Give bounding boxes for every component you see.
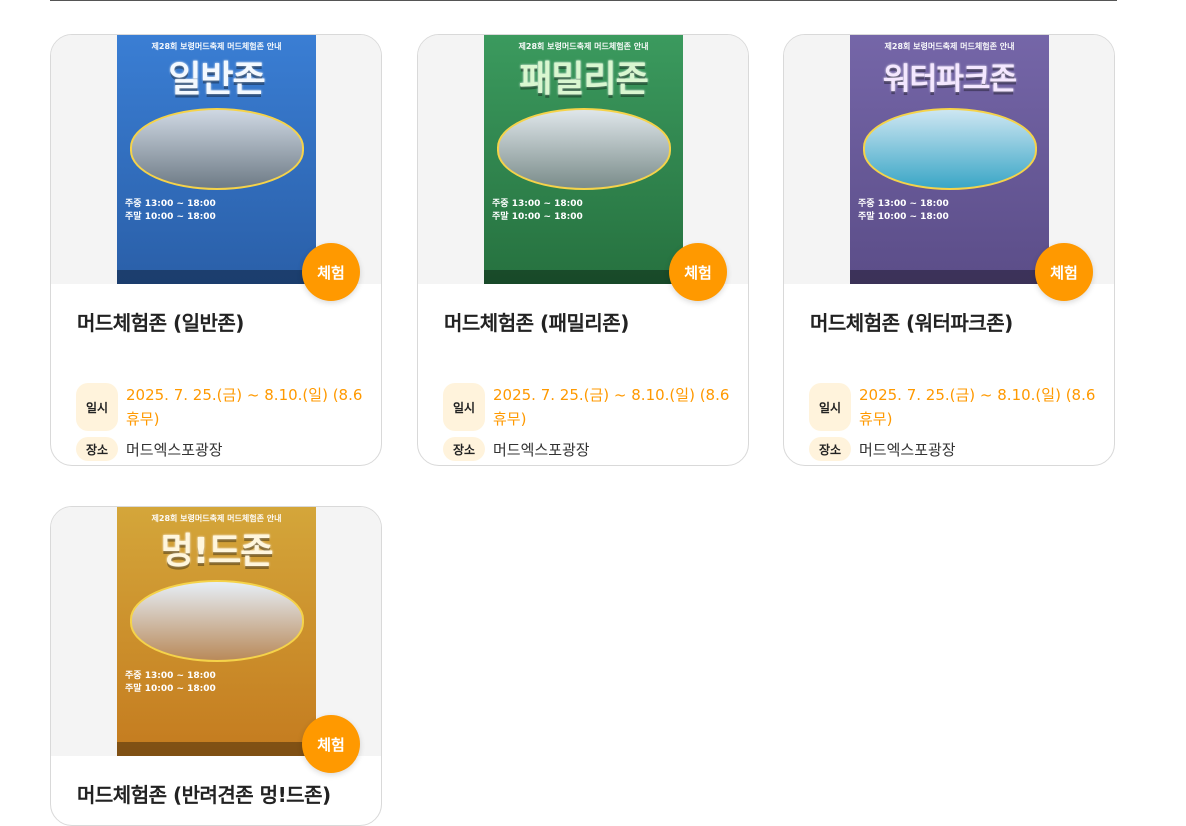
poster-heading: 제28회 보령머드축제 머드체험존 안내 bbox=[151, 514, 282, 523]
poster-image: 제28회 보령머드축제 머드체험존 안내 일반존 주중 13:00 ~ 18:0… bbox=[117, 35, 316, 284]
place-label: 장소 bbox=[443, 437, 485, 461]
place-value: 머드엑스포광장 bbox=[859, 440, 956, 459]
poster-footer bbox=[117, 742, 316, 756]
poster-heading: 제28회 보령머드축제 머드체험존 안내 bbox=[151, 42, 282, 51]
place-value: 머드엑스포광장 bbox=[493, 440, 590, 459]
event-card-pet-zone[interactable]: 제28회 보령머드축제 머드체험존 안내 멍!드존 주중 13:00 ~ 18:… bbox=[50, 506, 382, 826]
card-title[interactable]: 머드체험존 (일반존) bbox=[77, 307, 244, 336]
event-card-waterpark-zone[interactable]: 제28회 보령머드축제 머드체험존 안내 워터파크존 주중 13:00 ~ 18… bbox=[783, 34, 1115, 466]
poster-footer bbox=[850, 270, 1049, 284]
poster-image: 제28회 보령머드축제 머드체험존 안내 멍!드존 주중 13:00 ~ 18:… bbox=[117, 507, 316, 756]
poster-heading: 제28회 보령머드축제 머드체험존 안내 bbox=[884, 42, 1015, 51]
date-label: 일시 bbox=[76, 383, 118, 431]
card-thumbnail: 제28회 보령머드축제 머드체험존 안내 멍!드존 주중 13:00 ~ 18:… bbox=[51, 507, 381, 773]
poster-photo bbox=[129, 580, 304, 662]
poster-weekday-hours: 주중 13:00 ~ 18:00 bbox=[492, 199, 583, 209]
poster-image: 제28회 보령머드축제 머드체험존 안내 워터파크존 주중 13:00 ~ 18… bbox=[850, 35, 1049, 284]
card-title[interactable]: 머드체험존 (반려견존 멍!드존) bbox=[77, 779, 331, 808]
place-row: 장소 머드엑스포광장 bbox=[443, 437, 590, 461]
card-title[interactable]: 머드체험존 (패밀리존) bbox=[444, 307, 629, 336]
place-label: 장소 bbox=[809, 437, 851, 461]
poster-photo bbox=[862, 108, 1037, 190]
place-row: 장소 머드엑스포광장 bbox=[76, 437, 223, 461]
poster-photo bbox=[496, 108, 671, 190]
poster-weekend-hours: 주말 10:00 ~ 18:00 bbox=[125, 684, 216, 694]
place-label: 장소 bbox=[76, 437, 118, 461]
place-value: 머드엑스포광장 bbox=[126, 440, 223, 459]
category-badge: 체험 bbox=[302, 243, 360, 301]
card-thumbnail: 제28회 보령머드축제 머드체험존 안내 워터파크존 주중 13:00 ~ 18… bbox=[784, 35, 1114, 301]
card-thumbnail: 제28회 보령머드축제 머드체험존 안내 패밀리존 주중 13:00 ~ 18:… bbox=[418, 35, 748, 301]
poster-zone: 멍!드존 bbox=[160, 531, 274, 572]
poster-zone: 워터파크존 bbox=[883, 62, 1017, 97]
category-badge: 체험 bbox=[302, 715, 360, 773]
date-value: 2025. 7. 25.(금) ~ 8.10.(일) (8.6휴무) bbox=[493, 386, 730, 428]
category-badge: 체험 bbox=[1035, 243, 1093, 301]
date-value: 2025. 7. 25.(금) ~ 8.10.(일) (8.6휴무) bbox=[126, 386, 363, 428]
poster-weekday-hours: 주중 13:00 ~ 18:00 bbox=[125, 199, 216, 209]
date-value: 2025. 7. 25.(금) ~ 8.10.(일) (8.6휴무) bbox=[859, 386, 1096, 428]
date-row: 일시 2025. 7. 25.(금) ~ 8.10.(일) (8.6휴무) bbox=[809, 383, 1099, 431]
poster-zone: 일반존 bbox=[168, 59, 265, 100]
category-badge: 체험 bbox=[669, 243, 727, 301]
poster-weekday-hours: 주중 13:00 ~ 18:00 bbox=[125, 671, 216, 681]
date-row: 일시 2025. 7. 25.(금) ~ 8.10.(일) (8.6휴무) bbox=[443, 383, 733, 431]
date-label: 일시 bbox=[443, 383, 485, 431]
poster-weekday-hours: 주중 13:00 ~ 18:00 bbox=[858, 199, 949, 209]
date-row: 일시 2025. 7. 25.(금) ~ 8.10.(일) (8.6휴무) bbox=[76, 383, 366, 431]
poster-heading: 제28회 보령머드축제 머드체험존 안내 bbox=[518, 42, 649, 51]
poster-zone: 패밀리존 bbox=[519, 59, 648, 100]
poster-weekend-hours: 주말 10:00 ~ 18:00 bbox=[492, 212, 583, 222]
poster-footer bbox=[484, 270, 683, 284]
event-card-general-zone[interactable]: 제28회 보령머드축제 머드체험존 안내 일반존 주중 13:00 ~ 18:0… bbox=[50, 34, 382, 466]
card-title[interactable]: 머드체험존 (워터파크존) bbox=[810, 307, 1013, 336]
poster-photo bbox=[129, 108, 304, 190]
poster-weekend-hours: 주말 10:00 ~ 18:00 bbox=[125, 212, 216, 222]
card-thumbnail: 제28회 보령머드축제 머드체험존 안내 일반존 주중 13:00 ~ 18:0… bbox=[51, 35, 381, 301]
place-row: 장소 머드엑스포광장 bbox=[809, 437, 956, 461]
poster-image: 제28회 보령머드축제 머드체험존 안내 패밀리존 주중 13:00 ~ 18:… bbox=[484, 35, 683, 284]
event-card-family-zone[interactable]: 제28회 보령머드축제 머드체험존 안내 패밀리존 주중 13:00 ~ 18:… bbox=[417, 34, 749, 466]
poster-footer bbox=[117, 270, 316, 284]
poster-weekend-hours: 주말 10:00 ~ 18:00 bbox=[858, 212, 949, 222]
date-label: 일시 bbox=[809, 383, 851, 431]
top-divider bbox=[50, 0, 1117, 1]
